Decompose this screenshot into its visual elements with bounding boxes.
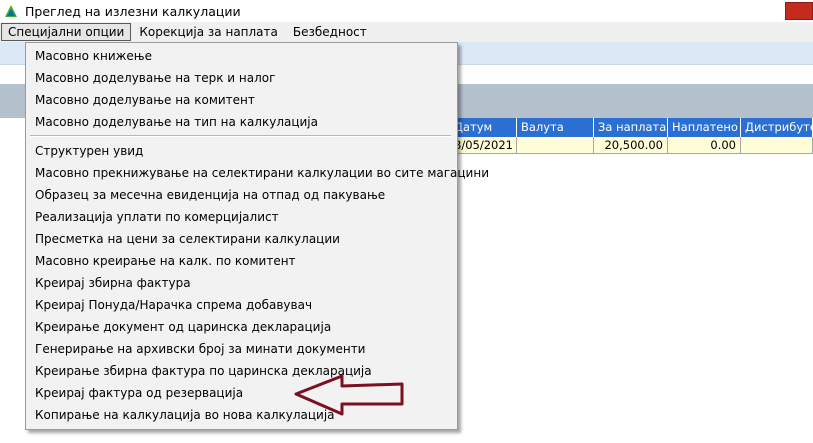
app-logo-icon [5, 5, 17, 17]
cell-to-pay[interactable]: 20,500.00 [594, 137, 668, 154]
menu-item-mass-posting[interactable]: Масовно книжење [35, 46, 152, 66]
cell-paid[interactable]: 0.00 [668, 137, 741, 154]
menu-separator [30, 135, 451, 137]
menu-special-options[interactable]: Специјални опции [1, 23, 132, 41]
cell-date[interactable]: 8/05/2021 [450, 137, 517, 154]
menu-security[interactable]: Безбедност [286, 23, 374, 41]
close-window-button[interactable] [785, 2, 813, 20]
menu-item-archive-number[interactable]: Генерирање на архивски број за минати до… [35, 339, 365, 359]
menu-item-structured-view[interactable]: Структурен увид [35, 141, 143, 161]
title-bar: Преглед на излезни калкулации [0, 0, 813, 23]
menu-payment-correction[interactable]: Корекција за наплата [132, 23, 285, 41]
menu-item-mass-assign-truck-order[interactable]: Масовно доделување на терк и налог [35, 68, 275, 88]
cell-currency[interactable] [517, 137, 594, 154]
menu-item-packaging-waste-form[interactable]: Образец за месечна евиденција на отпад о… [35, 185, 385, 205]
col-header-date[interactable]: Датум [450, 118, 517, 137]
col-header-currency[interactable]: Валута [517, 118, 594, 137]
menu-item-doc-from-customs[interactable]: Креирање документ од царинска декларациј… [35, 317, 331, 337]
menu-item-create-summary-invoice[interactable]: Креирај збирна фактура [35, 273, 191, 293]
col-header-to-pay[interactable]: За наплата [594, 118, 668, 137]
col-header-distributor[interactable]: Дистрибутер [741, 118, 813, 137]
menu-item-mass-create-by-client[interactable]: Масовно креирање на калк. по комитент [35, 251, 296, 271]
menu-item-mass-assign-client[interactable]: Масовно доделување на комитент [35, 90, 255, 110]
menu-item-invoice-from-reservation[interactable]: Креирај фактура од резервација [35, 383, 243, 403]
menu-item-mass-repost[interactable]: Масовно прекнижување на селектирани калк… [35, 163, 489, 183]
menu-item-mass-assign-calc-type[interactable]: Масовно доделување на тип на калкулација [35, 112, 318, 132]
cell-distributor[interactable] [741, 137, 813, 154]
menu-item-payments-by-salesman[interactable]: Реализација уплати по комерцијалист [35, 207, 279, 227]
menu-item-create-offer-order[interactable]: Креирај Понуда/Нарачка спрема добавувач [35, 295, 312, 315]
annotation-arrow-icon [294, 374, 404, 416]
menu-item-price-calculation[interactable]: Пресметка на цени за селектирани калкула… [35, 229, 340, 249]
menu-bar: Специјални опции Корекција за наплата Бе… [0, 22, 813, 42]
window-title: Преглед на излезни калкулации [25, 3, 241, 19]
col-header-paid[interactable]: Наплатено [668, 118, 741, 137]
